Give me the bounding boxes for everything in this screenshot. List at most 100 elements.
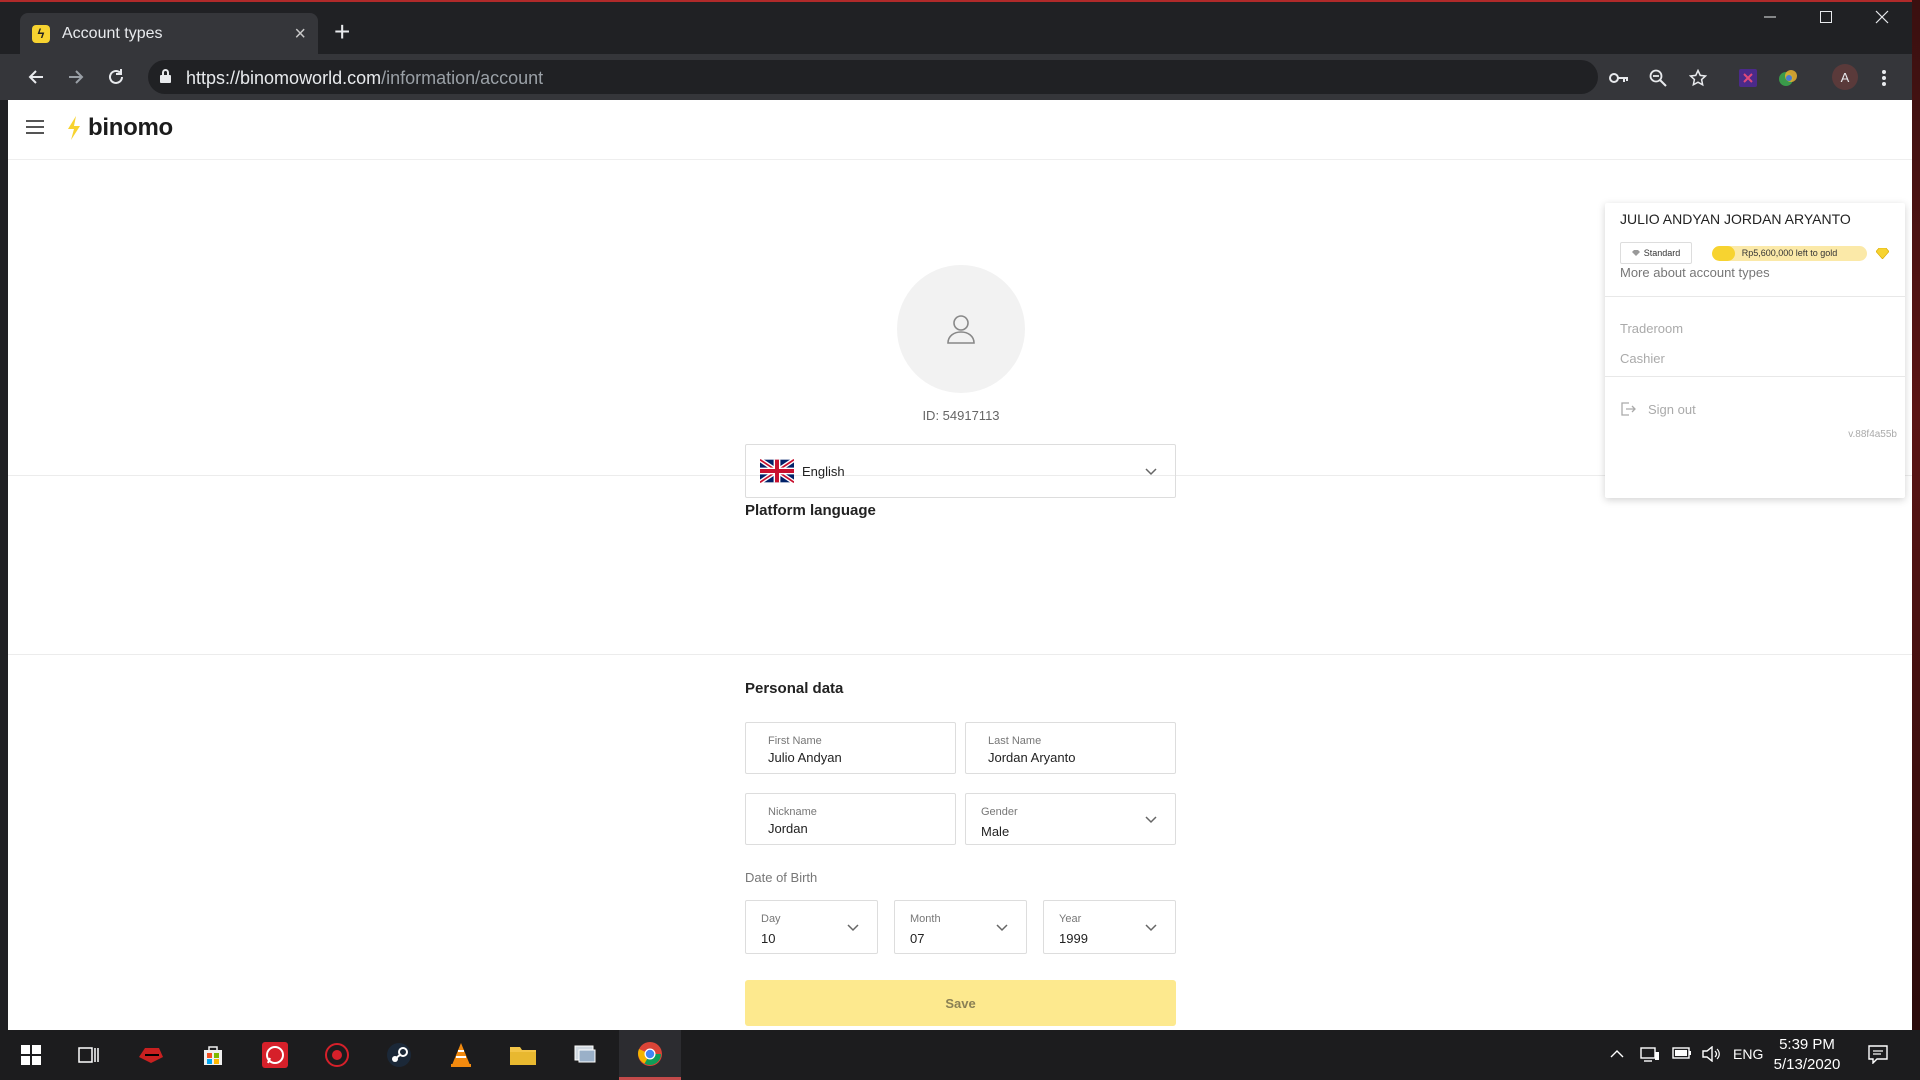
date-of-birth-label: Date of Birth bbox=[745, 870, 818, 885]
chevron-down-icon bbox=[1145, 924, 1157, 932]
first-name-value: Julio Andyan bbox=[768, 750, 842, 765]
last-name-label: Last Name bbox=[988, 735, 1042, 747]
back-icon[interactable] bbox=[22, 63, 50, 91]
language-select[interactable]: English bbox=[745, 444, 1176, 498]
personal-data-title: Personal data bbox=[745, 680, 844, 697]
show-hidden-icons[interactable] bbox=[1610, 1046, 1624, 1064]
month-label: Month bbox=[910, 913, 941, 925]
profile-avatar[interactable]: A bbox=[1832, 64, 1858, 90]
url-text[interactable]: https://binomoworld.com/information/acco… bbox=[186, 68, 543, 89]
lightning-bolt-icon bbox=[68, 116, 80, 140]
notifications-icon[interactable] bbox=[1868, 1044, 1888, 1069]
windows-start-icon[interactable] bbox=[0, 1030, 62, 1080]
clock-date: 5/13/2020 bbox=[1773, 1056, 1841, 1073]
app-version: v.88f4a55b bbox=[1848, 429, 1897, 440]
user-icon bbox=[947, 315, 975, 344]
gold-progress-text: Rp5,600,000 left to gold bbox=[1741, 248, 1838, 258]
gaming-overlay-icon[interactable] bbox=[306, 1030, 368, 1080]
site-header: binomo bbox=[8, 100, 1912, 160]
system-clock[interactable]: 5:39 PM 5/13/2020 bbox=[1762, 1035, 1852, 1075]
task-view-icon[interactable] bbox=[58, 1030, 120, 1080]
day-value: 10 bbox=[761, 931, 776, 946]
bookmark-star-icon[interactable] bbox=[1686, 66, 1710, 90]
microsoft-store-icon[interactable] bbox=[182, 1030, 244, 1080]
gold-gem-icon bbox=[1876, 248, 1889, 259]
profile-avatar-placeholder[interactable] bbox=[897, 265, 1025, 393]
year-select[interactable]: Year 1999 bbox=[1043, 900, 1176, 954]
input-language[interactable]: ENG bbox=[1733, 1046, 1763, 1062]
save-button[interactable]: Save bbox=[745, 980, 1176, 1026]
nickname-field[interactable]: Nickname Jordan bbox=[745, 793, 956, 845]
minimize-icon[interactable] bbox=[1750, 8, 1790, 29]
game-app-icon[interactable] bbox=[120, 1030, 182, 1080]
more-account-types-link[interactable]: More about account types bbox=[1620, 265, 1770, 280]
day-label: Day bbox=[761, 913, 781, 925]
last-name-value: Jordan Aryanto bbox=[988, 750, 1076, 765]
gender-select[interactable]: Gender Male bbox=[965, 793, 1176, 845]
chevron-down-icon bbox=[847, 924, 859, 932]
new-tab-button[interactable]: + bbox=[334, 18, 350, 46]
browser-tab[interactable]: ϟ Account types × bbox=[20, 13, 318, 54]
chrome-taskbar-icon[interactable] bbox=[619, 1030, 681, 1080]
first-name-label: First Name bbox=[768, 735, 822, 747]
forward-icon[interactable] bbox=[62, 63, 90, 91]
steam-icon[interactable] bbox=[368, 1030, 430, 1080]
gender-label: Gender bbox=[981, 806, 1018, 818]
day-select[interactable]: Day 10 bbox=[745, 900, 878, 954]
volume-icon[interactable] bbox=[1702, 1045, 1722, 1067]
nickname-value: Jordan bbox=[768, 821, 808, 836]
sign-out-icon bbox=[1621, 402, 1636, 416]
whatsapp-icon[interactable] bbox=[244, 1030, 306, 1080]
clock-time: 5:39 PM bbox=[1779, 1036, 1835, 1053]
chevron-down-icon bbox=[1145, 468, 1157, 476]
binomo-logo[interactable]: binomo bbox=[66, 114, 173, 142]
address-bar[interactable]: https://binomoworld.com/information/acco… bbox=[148, 60, 1598, 94]
month-select[interactable]: Month 07 bbox=[894, 900, 1027, 954]
desktop-background-edge bbox=[1912, 0, 1920, 1030]
year-label: Year bbox=[1059, 913, 1082, 925]
sign-out-label: Sign out bbox=[1648, 401, 1696, 417]
maximize-icon[interactable] bbox=[1806, 8, 1846, 29]
account-dropdown: JULIO ANDYAN JORDAN ARYANTO Standard Rp5… bbox=[1605, 203, 1905, 498]
language-section-title: Platform language bbox=[745, 502, 876, 519]
last-name-field[interactable]: Last Name Jordan Aryanto bbox=[965, 722, 1176, 774]
binomo-favicon-icon: ϟ bbox=[32, 24, 50, 43]
kebab-menu-icon[interactable] bbox=[1872, 66, 1896, 90]
zoom-out-icon[interactable] bbox=[1646, 66, 1670, 90]
user-id: ID: 54917113 bbox=[922, 408, 1000, 423]
close-tab-icon[interactable]: × bbox=[294, 24, 306, 44]
windows-taskbar: ENG 5:39 PM 5/13/2020 bbox=[0, 1030, 1920, 1080]
month-value: 07 bbox=[910, 931, 925, 946]
tab-title: Account types bbox=[62, 24, 163, 42]
diamond-icon bbox=[1631, 250, 1640, 256]
network-icon[interactable] bbox=[1640, 1046, 1660, 1067]
extension-x-icon[interactable] bbox=[1736, 66, 1760, 90]
chevron-down-icon bbox=[996, 924, 1008, 932]
gender-value: Male bbox=[981, 824, 1010, 839]
hamburger-menu-icon[interactable] bbox=[26, 120, 44, 134]
battery-icon[interactable] bbox=[1672, 1046, 1692, 1064]
cashier-link[interactable]: Cashier bbox=[1620, 351, 1665, 366]
nickname-label: Nickname bbox=[768, 806, 817, 818]
dropdown-divider bbox=[1605, 296, 1905, 297]
dropdown-divider bbox=[1605, 376, 1905, 377]
network-app-icon[interactable] bbox=[554, 1030, 616, 1080]
account-holder-name: JULIO ANDYAN JORDAN ARYANTO bbox=[1620, 211, 1851, 227]
web-page: binomo ID: 54917113 Platform language En… bbox=[8, 100, 1912, 1030]
uk-flag-icon bbox=[760, 459, 794, 483]
reload-icon[interactable] bbox=[102, 63, 130, 91]
first-name-field[interactable]: First Name Julio Andyan bbox=[745, 722, 956, 774]
account-type-badge[interactable]: Standard bbox=[1620, 242, 1692, 264]
vlc-icon[interactable] bbox=[430, 1030, 492, 1080]
sign-out-button[interactable]: Sign out bbox=[1620, 401, 1696, 417]
file-explorer-icon[interactable] bbox=[492, 1030, 554, 1080]
language-value: English bbox=[802, 464, 845, 479]
logo-text: binomo bbox=[88, 114, 173, 141]
extension-globe-icon[interactable] bbox=[1776, 66, 1800, 90]
close-window-icon[interactable] bbox=[1862, 8, 1902, 29]
key-icon[interactable] bbox=[1607, 66, 1631, 90]
traderoom-link[interactable]: Traderoom bbox=[1620, 321, 1683, 336]
section-divider bbox=[8, 654, 1912, 655]
lock-icon bbox=[160, 69, 171, 83]
account-type-label: Standard bbox=[1643, 248, 1681, 258]
